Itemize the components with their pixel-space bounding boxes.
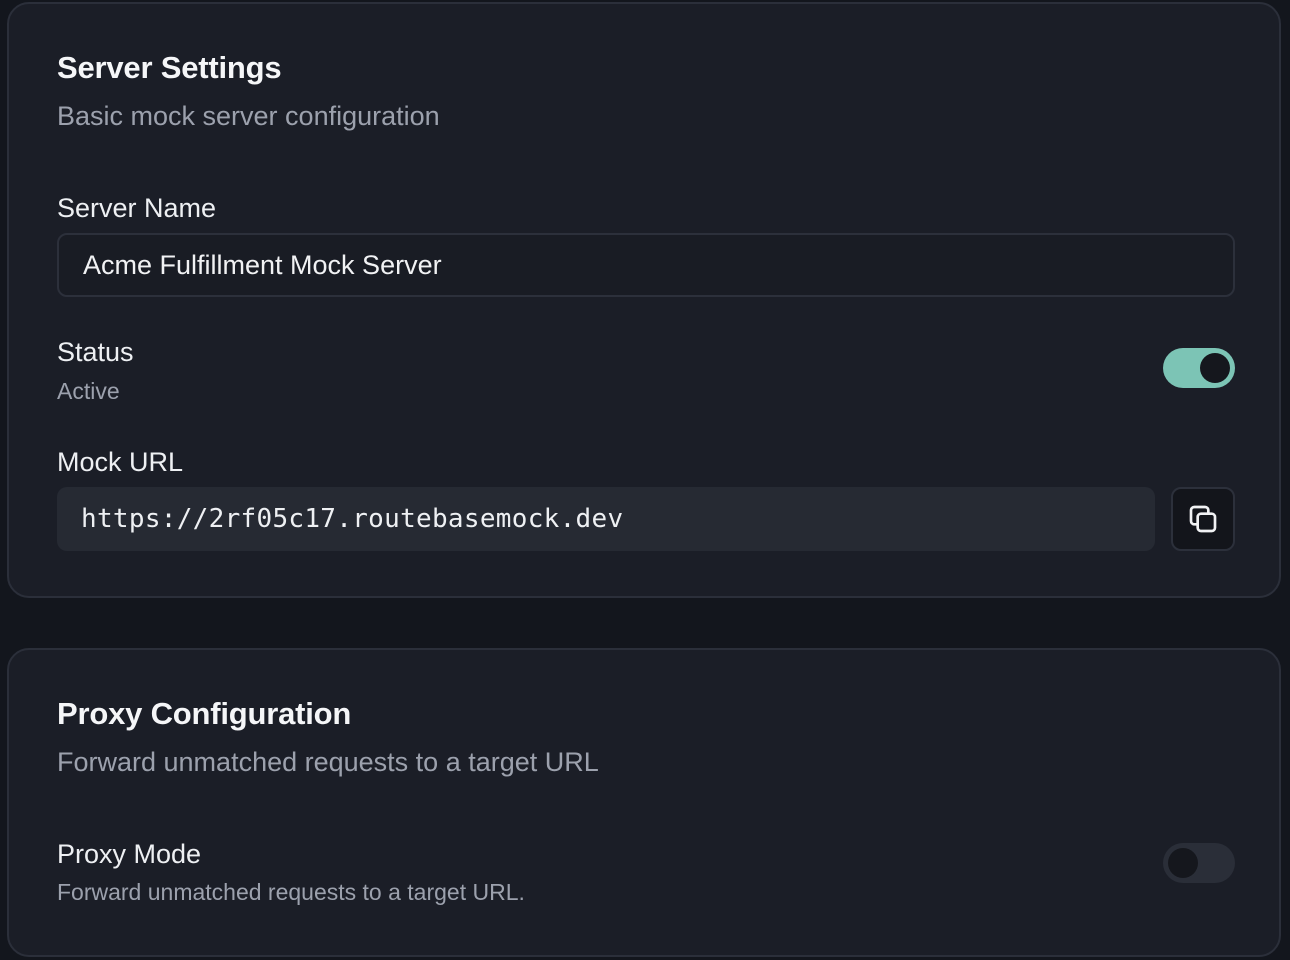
proxy-configuration-card: Proxy Configuration Forward unmatched re… (7, 648, 1281, 957)
proxy-mode-toggle[interactable] (1163, 843, 1235, 883)
proxy-configuration-description: Forward unmatched requests to a target U… (57, 747, 599, 777)
status-label: Status (57, 337, 134, 367)
status-value: Active (57, 378, 120, 404)
status-toggle[interactable] (1163, 348, 1235, 388)
server-settings-title: Server Settings (57, 50, 282, 85)
server-settings-description: Basic mock server configuration (57, 101, 440, 131)
mock-url-label: Mock URL (57, 447, 184, 477)
copy-icon (1189, 505, 1217, 533)
proxy-mode-description: Forward unmatched requests to a target U… (57, 879, 525, 905)
server-settings-card: Server Settings Basic mock server config… (7, 2, 1281, 598)
server-name-input[interactable] (57, 233, 1235, 297)
proxy-configuration-title: Proxy Configuration (57, 696, 352, 731)
server-name-label: Server Name (57, 193, 217, 223)
mock-url-value: https://2rf05c17.routebasemock.dev (81, 504, 624, 534)
proxy-mode-label: Proxy Mode (57, 839, 202, 869)
mock-url-field[interactable]: https://2rf05c17.routebasemock.dev (57, 487, 1155, 551)
copy-url-button[interactable] (1171, 487, 1235, 551)
status-toggle-knob (1200, 353, 1230, 383)
proxy-mode-toggle-knob (1168, 848, 1198, 878)
